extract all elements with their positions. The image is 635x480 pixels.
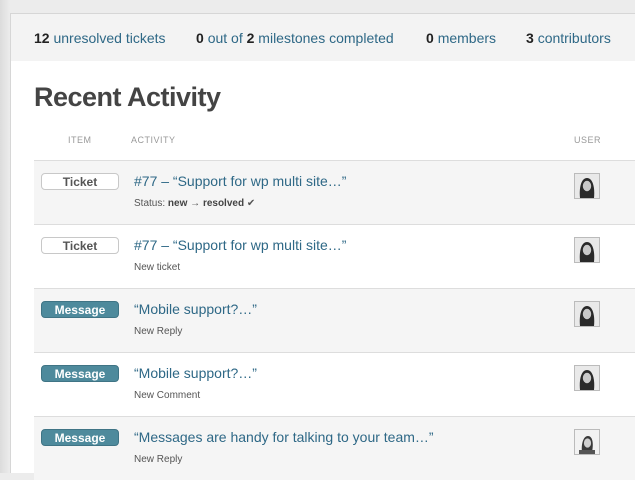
item-type-badge: Message	[41, 365, 119, 382]
stat-count: 0	[196, 30, 204, 46]
activity-link[interactable]: “Mobile support?…”	[134, 365, 257, 381]
activity-row: Ticket #77 – “Support for wp multi site……	[34, 224, 635, 288]
activity-description: New ticket	[134, 262, 181, 273]
stat-count: 0	[426, 30, 434, 46]
user-avatar-icon	[575, 174, 599, 198]
status-to: resolved	[202, 198, 245, 209]
column-header-activity: ACTIVITY	[131, 135, 176, 145]
activity-list: Ticket #77 – “Support for wp multi site……	[34, 160, 635, 480]
project-stats-bar: 12 unresolved tickets 0 out of 2 milesto…	[10, 13, 635, 62]
stat-link-members[interactable]: members	[438, 30, 496, 46]
column-header-item: ITEM	[68, 135, 92, 145]
activity-row: Message “Mobile support?…” New Comment	[34, 352, 635, 416]
check-icon: ✔	[246, 198, 256, 209]
activity-link[interactable]: #77 – “Support for wp multi site…”	[134, 173, 346, 189]
stat-milestones[interactable]: 0 out of 2 milestones completed	[196, 30, 394, 46]
activity-row: Message “Mobile support?…” New Reply	[34, 288, 635, 352]
stat-link-milestones-completed[interactable]: milestones completed	[258, 30, 393, 46]
status-from: new	[167, 198, 188, 209]
item-type-badge: Ticket	[41, 173, 119, 190]
stat-members[interactable]: 0 members	[426, 30, 496, 46]
activity-link[interactable]: “Mobile support?…”	[134, 301, 257, 317]
item-type-badge: Message	[41, 301, 119, 318]
activity-row: Ticket #77 – “Support for wp multi site……	[34, 160, 635, 224]
page-title: Recent Activity	[34, 82, 221, 112]
activity-status: Status: new → resolved ✔	[134, 198, 255, 209]
user-avatar-icon	[575, 238, 599, 262]
stat-text-out-of[interactable]: out of	[208, 30, 243, 46]
user-avatar[interactable]	[574, 301, 600, 327]
user-avatar[interactable]	[574, 237, 600, 263]
arrow-right-icon: →	[190, 198, 201, 209]
activity-description: New Comment	[134, 390, 201, 401]
activity-row: Message “Messages are handy for talking …	[34, 416, 635, 480]
user-avatar[interactable]	[574, 429, 600, 455]
status-label: Status:	[134, 198, 166, 209]
stat-link-contributors[interactable]: contributors	[538, 30, 611, 46]
item-type-badge: Ticket	[41, 237, 119, 254]
activity-link[interactable]: “Messages are handy for talking to your …	[134, 429, 434, 445]
activity-panel: Recent Activity ITEM ACTIVITY USER Ticke…	[10, 61, 635, 480]
user-avatar[interactable]	[574, 365, 600, 391]
stat-total: 2	[246, 30, 255, 46]
user-avatar-icon	[575, 302, 599, 326]
stat-count: 12	[34, 30, 50, 46]
user-avatar-icon	[575, 430, 599, 454]
item-type-badge: Message	[41, 429, 119, 446]
activity-link[interactable]: #77 – “Support for wp multi site…”	[134, 237, 346, 253]
user-avatar-icon	[575, 366, 599, 390]
stat-count: 3	[526, 30, 534, 46]
stat-unresolved-tickets[interactable]: 12 unresolved tickets	[34, 30, 166, 46]
column-header-user: USER	[574, 135, 602, 145]
activity-description: New Reply	[134, 326, 183, 337]
left-gutter	[0, 0, 10, 473]
user-avatar[interactable]	[574, 173, 600, 199]
stat-contributors[interactable]: 3 contributors	[526, 30, 611, 46]
stat-link-unresolved-tickets[interactable]: unresolved tickets	[53, 30, 165, 46]
activity-description: New Reply	[134, 454, 183, 465]
